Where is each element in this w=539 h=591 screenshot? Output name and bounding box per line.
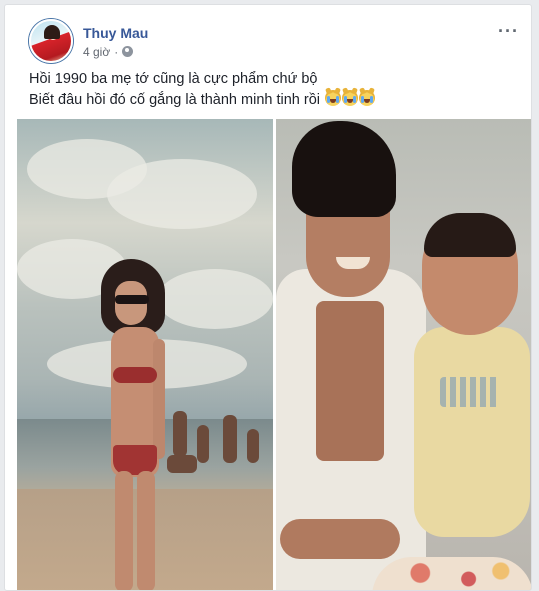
photo-man-with-baby[interactable] <box>276 119 531 590</box>
timestamp[interactable]: 4 giờ <box>83 45 110 59</box>
post-card: Thuy Mau 4 giờ · ··· Hồi 1990 ba mẹ tớ c… <box>4 4 532 591</box>
crying-laughing-cat-emoji-icon <box>342 90 359 106</box>
post-header: Thuy Mau 4 giờ · <box>29 19 148 63</box>
avatar[interactable] <box>29 19 73 63</box>
crying-laughing-cat-emoji-icon <box>359 90 376 106</box>
avatar-hair <box>44 25 60 39</box>
bikini-top <box>113 367 157 383</box>
sunglasses <box>115 295 149 304</box>
globe-icon[interactable] <box>122 46 134 57</box>
woman-figure <box>97 259 177 590</box>
timestamp-row: 4 giờ · <box>83 45 148 59</box>
post-text-line-2: Biết đâu hồi đó cố gắng là thành minh ti… <box>29 90 519 111</box>
photo-beach-woman[interactable] <box>17 119 273 590</box>
author-name[interactable]: Thuy Mau <box>83 24 148 42</box>
post-text-line-1: Hồi 1990 ba mẹ tớ cũng là cực phẩm chứ b… <box>29 71 318 87</box>
cake <box>372 557 531 590</box>
crying-laughing-cat-emoji-icon <box>325 90 342 106</box>
post-text: Hồi 1990 ba mẹ tớ cũng là cực phẩm chứ b… <box>29 69 519 111</box>
baby-figure <box>410 213 531 590</box>
more-options-button[interactable]: ··· <box>498 21 519 42</box>
separator-dot: · <box>114 44 119 59</box>
post-meta: Thuy Mau 4 giờ · <box>83 24 148 59</box>
post-text-line-2-text: Biết đâu hồi đó cố gắng là thành minh ti… <box>29 92 321 108</box>
